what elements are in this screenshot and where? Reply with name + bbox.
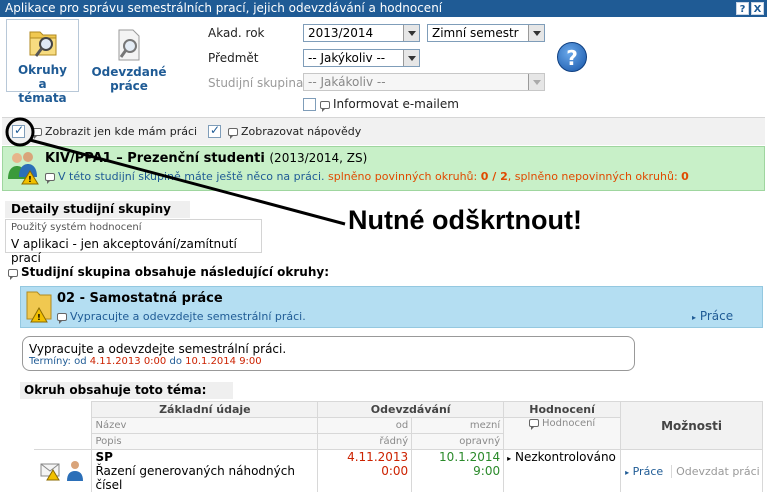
subject-label: Předmět (208, 51, 259, 65)
speech-bubble-icon (228, 128, 238, 139)
year-select-value: 2013/2014 (308, 26, 374, 40)
topics-section-title: Studijní skupina obsahuje následující ok… (8, 265, 329, 280)
header-evaluation: Hodnocení (503, 401, 622, 418)
header-description: Popis (91, 433, 319, 450)
study-group-info: V této studijní skupině máte ještě něco … (45, 170, 689, 184)
topic-area-terms: Termíny: od 4.11.2013 0:00 do 10.1.2014 … (29, 356, 262, 367)
document-search-icon (118, 29, 140, 61)
show-only-mine-checkbox[interactable] (12, 123, 25, 138)
chevron-down-icon (403, 50, 419, 66)
subject-select-value: -- Jakýkoliv -- (308, 51, 386, 65)
topic-area-description: Vypracujte a odevzdejte semestrální prác… (22, 336, 635, 371)
chevron-down-icon (528, 74, 544, 90)
chevron-down-icon (528, 25, 544, 41)
semester-select-value: Zimní semestr (432, 26, 519, 40)
window-title: Aplikace pro správu semestrálních prací,… (5, 1, 443, 15)
topic-works-link[interactable]: ▸ Práce (621, 465, 671, 478)
triangle-right-icon: ▸ (692, 313, 697, 322)
semester-select[interactable]: Zimní semestr (427, 24, 545, 42)
header-corrective: opravný (411, 433, 505, 450)
show-hints-checkbox[interactable] (208, 123, 221, 138)
nav-topics-label: Okruhy a témata (17, 63, 67, 105)
evaluation-status: ▸ Nezkontrolováno (503, 449, 622, 492)
speech-bubble-icon (320, 100, 330, 112)
group-select[interactable]: -- Jakákoliv -- (303, 73, 545, 91)
date-corrective: 10.1.2014 9:00 (411, 449, 505, 492)
header-name: Název (91, 417, 319, 434)
chevron-down-icon (403, 25, 419, 41)
header-regular: řádný (317, 433, 413, 450)
users-warning-icon: ! (8, 152, 39, 185)
speech-bubble-icon (45, 173, 55, 184)
speech-bubble-icon (529, 419, 539, 430)
folder-warning-icon: ! (26, 291, 52, 323)
year-label: Akad. rok (208, 26, 265, 40)
table-row: SP Řazení generovaných náhodných čísel 4… (34, 449, 763, 492)
notify-email-label: Informovat e-mailem (320, 97, 459, 112)
speech-bubble-icon (57, 313, 67, 324)
header-basic: Základní údaje (91, 401, 319, 418)
window-help-button[interactable]: ? (736, 2, 749, 15)
topic-section-title: Okruh obsahuje toto téma: (20, 382, 233, 399)
show-only-mine-label: Zobrazit jen kde mám práci (32, 125, 197, 139)
triangle-right-icon: ▸ (625, 467, 630, 477)
topic-table: Základní údaje Odevzdávání Hodnocení Mož… (34, 401, 763, 492)
evaluation-system-label: Použitý systém hodnocení (11, 222, 142, 233)
mail-warning-icon (40, 460, 83, 481)
speech-bubble-icon (32, 128, 42, 139)
topic-area-description-text: Vypracujte a odevzdejte semestrální prác… (29, 342, 287, 356)
study-group-title: KIV/PPA1 – Prezenční studenti (2013/2014… (45, 151, 368, 166)
folder-search-icon (29, 31, 56, 57)
group-label: Studijní skupina (208, 76, 304, 90)
header-deadline: mezní (411, 417, 505, 434)
group-details-title: Detaily studijní skupiny (5, 201, 190, 218)
nav-topics-tab[interactable]: Okruhy a témata (6, 19, 79, 105)
window-titlebar: Aplikace pro správu semestrálních prací,… (0, 0, 767, 17)
header-evaluation-sub: Hodnocení (503, 417, 622, 450)
evaluation-system-value: V aplikaci - jen akceptování/zamítnutí p… (11, 237, 237, 265)
header-from: od (317, 417, 413, 434)
window-close-button[interactable]: X (751, 2, 764, 15)
topic-area-subtitle: Vypracujte a odevzdejte semestrální prác… (57, 310, 306, 324)
group-select-value: -- Jakákoliv -- (308, 75, 386, 89)
submit-work-link[interactable]: Odevzdat práci (671, 464, 760, 478)
notify-email-checkbox[interactable] (303, 98, 316, 111)
topic-description: Řazení generovaných náhodných čísel (95, 464, 295, 492)
group-details-box: Použitý systém hodnocení V aplikaci - je… (5, 219, 262, 265)
topic-area-title: 02 - Samostatná práce (57, 291, 223, 306)
header-options: Možnosti (620, 401, 763, 450)
nav-submitted-tab[interactable]: Odevzdané práce (84, 22, 174, 93)
speech-bubble-icon (8, 268, 18, 280)
subject-select[interactable]: -- Jakýkoliv -- (303, 49, 420, 67)
annotation-text: Nutné odškrtnout! (348, 205, 582, 235)
svg-text:!: ! (37, 313, 41, 322)
header-submission: Odevzdávání (317, 401, 505, 418)
svg-text:!: ! (28, 175, 32, 184)
nav-submitted-label: Odevzdané práce (91, 65, 167, 93)
topic-name: SP (95, 450, 113, 464)
help-button[interactable]: ? (557, 42, 587, 72)
topic-area-works-link[interactable]: ▸ Práce (692, 309, 733, 323)
year-select[interactable]: 2013/2014 (303, 24, 420, 42)
date-regular: 4.11.2013 0:00 (317, 449, 413, 492)
show-hints-label: Zobrazovat nápovědy (228, 125, 361, 139)
triangle-right-icon: ▸ (507, 454, 512, 463)
